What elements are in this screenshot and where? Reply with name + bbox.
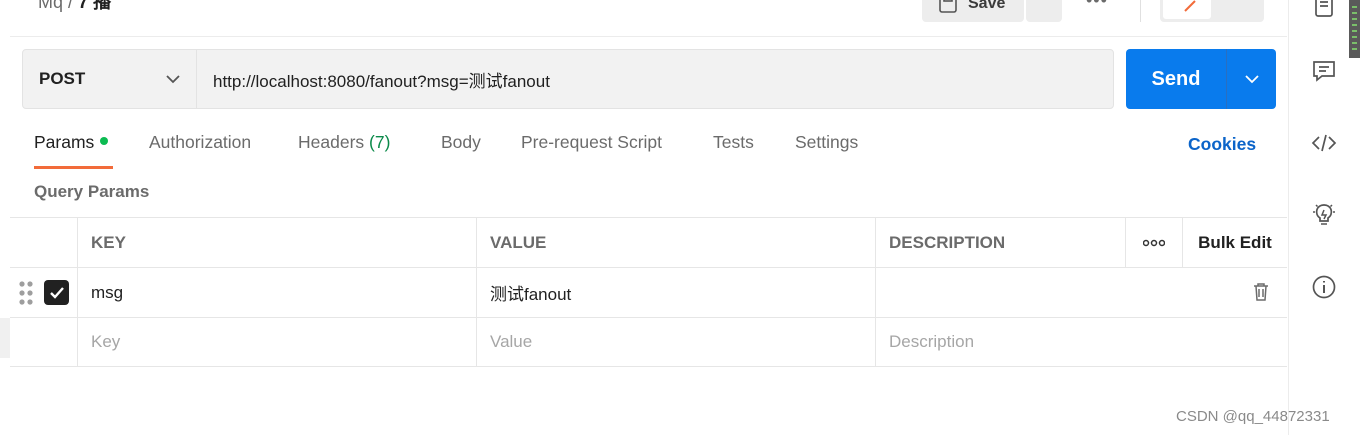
info-icon[interactable] [1311, 274, 1337, 300]
tab-tests[interactable]: Tests [713, 132, 754, 153]
breadcrumb-separator: / [68, 0, 74, 12]
code-icon[interactable] [1311, 130, 1337, 156]
param-key-cell[interactable]: msg [77, 268, 477, 317]
chevron-down-icon [166, 75, 180, 84]
documentation-icon[interactable] [1311, 0, 1337, 20]
cookies-link[interactable]: Cookies [1188, 134, 1256, 155]
column-header-value: VALUE [476, 218, 876, 267]
column-options-button[interactable] [1125, 218, 1182, 267]
tab-authorization[interactable]: Authorization [149, 132, 251, 153]
view-mode-toggle[interactable] [1160, 0, 1264, 22]
save-icon [939, 0, 957, 13]
param-value-cell[interactable]: 测试fanout [476, 268, 876, 317]
header-divider [10, 36, 1287, 37]
pencil-icon [1184, 0, 1196, 12]
tab-params[interactable]: Params [34, 132, 109, 153]
query-params-table: KEY VALUE DESCRIPTION Bulk Edit msg 测试fa… [10, 217, 1287, 367]
postman-window: Mq / 7 播 Save ••• POST http://localhost:… [0, 0, 1360, 435]
save-button[interactable]: Save [922, 0, 1024, 22]
more-actions-icon[interactable]: ••• [1086, 0, 1108, 11]
breadcrumb: Mq / 7 播 [38, 0, 111, 14]
breadcrumb-collection[interactable]: Mq [38, 0, 63, 12]
right-sidebar [1288, 0, 1360, 435]
table-header-row: KEY VALUE DESCRIPTION Bulk Edit [10, 217, 1287, 267]
new-value-input[interactable]: Value [476, 318, 876, 366]
lightbulb-icon[interactable] [1311, 202, 1337, 228]
param-enabled-checkbox[interactable] [44, 280, 69, 305]
new-description-input[interactable]: Description [875, 318, 1287, 366]
method-label: POST [39, 69, 86, 88]
left-panel-edge [0, 318, 10, 358]
request-bar: POST http://localhost:8080/fanout?msg=测试… [22, 49, 1114, 109]
divider [1140, 0, 1141, 22]
tab-settings[interactable]: Settings [795, 132, 858, 153]
column-header-key: KEY [77, 218, 477, 267]
checkmark-icon [49, 286, 64, 299]
url-input[interactable]: http://localhost:8080/fanout?msg=测试fanou… [197, 50, 1113, 108]
send-button[interactable]: Send [1126, 49, 1227, 109]
chevron-down-icon [1244, 75, 1259, 84]
tab-pre-request-script[interactable]: Pre-request Script [521, 132, 662, 153]
watermark: CSDN @qq_44872331 [1176, 408, 1330, 425]
active-tab-indicator [34, 166, 113, 169]
tab-body[interactable]: Body [441, 132, 481, 153]
method-select[interactable]: POST [23, 50, 197, 108]
send-button-group: Send [1126, 49, 1276, 109]
send-options-button[interactable] [1227, 49, 1276, 109]
breadcrumb-request-name[interactable]: 7 播 [78, 0, 111, 12]
trash-icon[interactable] [1252, 282, 1270, 302]
headers-count-badge: (7) [369, 132, 391, 152]
params-active-dot [100, 137, 109, 145]
more-horizontal-icon [1143, 239, 1165, 246]
table-row-new: Key Value Description [10, 317, 1287, 367]
table-row: msg 测试fanout [10, 267, 1287, 317]
edit-mode-option[interactable] [1163, 0, 1211, 19]
tab-headers-label: Headers [298, 132, 365, 152]
query-params-title: Query Params [34, 182, 150, 201]
bulk-edit-button[interactable]: Bulk Edit [1182, 218, 1287, 267]
tab-headers[interactable]: Headers (7) [298, 132, 390, 153]
column-header-description: DESCRIPTION [875, 218, 1125, 267]
tab-params-label: Params [34, 132, 95, 152]
param-description-cell[interactable] [875, 268, 1287, 317]
new-key-input[interactable]: Key [77, 318, 477, 366]
sidebar-scrollbar[interactable] [1349, 0, 1360, 58]
save-label: Save [968, 0, 1006, 12]
comments-icon[interactable] [1311, 58, 1337, 84]
drag-handle-icon[interactable] [18, 280, 34, 306]
save-options-button[interactable] [1026, 0, 1062, 22]
